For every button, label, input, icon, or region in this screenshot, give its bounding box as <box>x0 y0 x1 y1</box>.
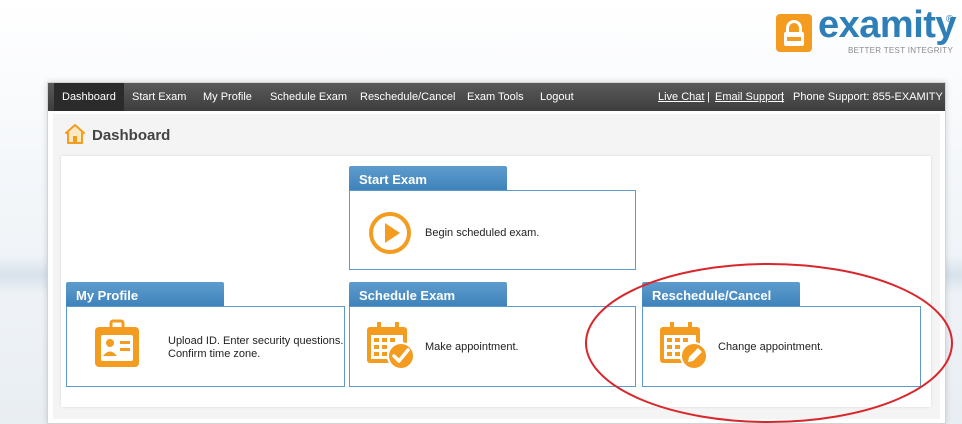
calendar-check-icon <box>367 322 415 370</box>
nav-reschedule-cancel[interactable]: Reschedule/Cancel <box>360 91 455 103</box>
live-chat-link[interactable]: Live Chat <box>658 91 704 103</box>
nav-start-exam[interactable]: Start Exam <box>132 91 186 103</box>
reschedule-cancel-tab[interactable]: Reschedule/Cancel <box>642 282 800 306</box>
reschedule-cancel-text: Change appointment. <box>718 341 824 353</box>
schedule-exam-tab[interactable]: Schedule Exam <box>349 282 507 306</box>
top-navbar: Dashboard Start Exam My Profile Schedule… <box>48 83 945 111</box>
calendar-edit-icon <box>660 322 708 370</box>
id-badge-icon <box>95 319 139 367</box>
logo-wordmark: examity <box>818 4 957 46</box>
my-profile-text-line2: Confirm time zone. <box>168 348 261 360</box>
my-profile-box[interactable]: Upload ID. Enter security questions. Con… <box>66 306 345 387</box>
nav-exam-tools[interactable]: Exam Tools <box>467 91 524 103</box>
start-exam-text: Begin scheduled exam. <box>425 227 540 239</box>
my-profile-text-line1: Upload ID. Enter security questions. <box>168 335 344 347</box>
page-title: Dashboard <box>92 127 171 144</box>
examity-logo: examity ® BETTER TEST INTEGRITY <box>776 4 957 60</box>
email-support-link[interactable]: Email Support <box>715 91 784 103</box>
lock-icon <box>776 14 812 52</box>
my-profile-tab[interactable]: My Profile <box>66 282 224 306</box>
schedule-exam-box[interactable]: Make appointment. <box>349 306 636 387</box>
schedule-exam-text: Make appointment. <box>425 341 519 353</box>
cards-panel: Start Exam Begin scheduled exam. My Prof… <box>61 156 931 407</box>
play-icon <box>369 212 411 254</box>
nav-separator: | <box>707 91 710 103</box>
start-exam-box[interactable]: Begin scheduled exam. <box>349 190 636 270</box>
nav-dashboard[interactable]: Dashboard <box>54 83 124 111</box>
nav-separator: | <box>781 91 784 103</box>
dashboard-content: Dashboard Start Exam Begin scheduled exa… <box>53 114 940 419</box>
main-frame: Dashboard Start Exam My Profile Schedule… <box>47 82 946 424</box>
logo-registered-mark: ® <box>946 14 954 25</box>
nav-schedule-exam[interactable]: Schedule Exam <box>270 91 347 103</box>
nav-my-profile[interactable]: My Profile <box>203 91 252 103</box>
phone-support: Phone Support: 855-EXAMITY <box>793 91 943 103</box>
start-exam-tab[interactable]: Start Exam <box>349 166 507 190</box>
reschedule-cancel-box[interactable]: Change appointment. <box>642 306 921 387</box>
nav-logout[interactable]: Logout <box>540 91 574 103</box>
logo-tagline: BETTER TEST INTEGRITY <box>848 46 954 55</box>
home-icon <box>65 124 85 144</box>
